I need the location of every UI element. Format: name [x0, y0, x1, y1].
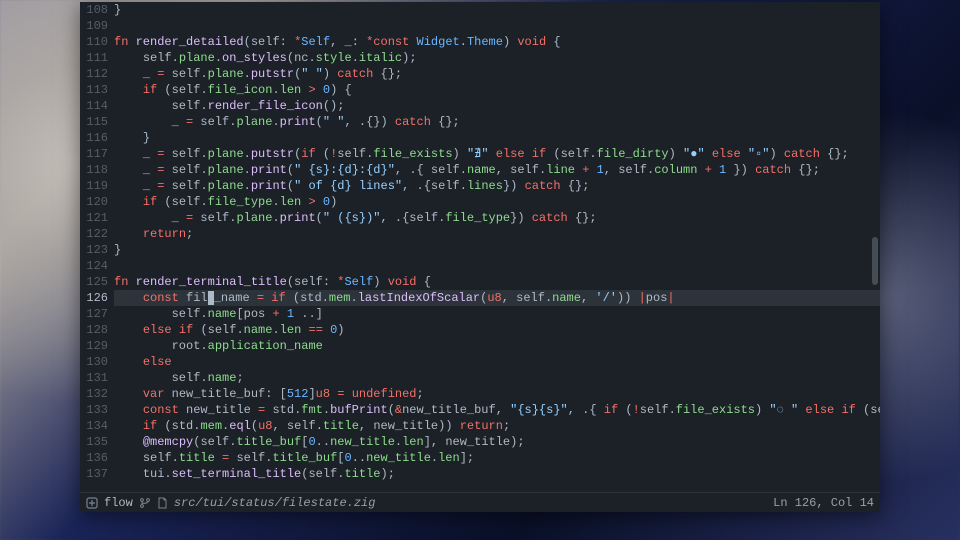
code-line[interactable]: _ = self.plane.putstr(if (!self.file_exi…: [114, 146, 880, 162]
editor-window: 1081091101111121131141151161171181191201…: [80, 2, 880, 512]
code-line[interactable]: self.name;: [114, 370, 880, 386]
code-line[interactable]: const fil_name = if (std.mem.lastIndexOf…: [114, 290, 880, 306]
code-line[interactable]: fn render_terminal_title(self: *Self) vo…: [114, 274, 880, 290]
line-number: 117: [80, 146, 108, 162]
code-lines[interactable]: } fn render_detailed(self: *Self, _: *co…: [114, 2, 880, 492]
vertical-scrollbar[interactable]: [872, 2, 878, 492]
code-line[interactable]: else: [114, 354, 880, 370]
line-number: 136: [80, 450, 108, 466]
line-number: 119: [80, 178, 108, 194]
code-line[interactable]: _ = self.plane.print(" ", .{}) catch {};: [114, 114, 880, 130]
code-line[interactable]: @memcpy(self.title_buf[0..new_title.len]…: [114, 434, 880, 450]
git-branch-icon[interactable]: [139, 497, 151, 509]
code-line[interactable]: self.title = self.title_buf[0..new_title…: [114, 450, 880, 466]
line-number: 132: [80, 386, 108, 402]
code-line[interactable]: self.name[pos + 1 ..]: [114, 306, 880, 322]
code-line[interactable]: _ = self.plane.print(" ({s})", .{self.fi…: [114, 210, 880, 226]
scrollbar-thumb[interactable]: [872, 237, 878, 285]
line-number: 125: [80, 274, 108, 290]
line-number: 120: [80, 194, 108, 210]
line-number: 135: [80, 434, 108, 450]
code-line[interactable]: if (self.file_type.len > 0): [114, 194, 880, 210]
code-line[interactable]: root.application_name: [114, 338, 880, 354]
code-line[interactable]: _ = self.plane.print(" of {d} lines", .{…: [114, 178, 880, 194]
editor-mode: flow: [104, 495, 133, 511]
status-bar: flow src/tui/status/filestate.zig Ln 126…: [80, 492, 880, 512]
line-number: 133: [80, 402, 108, 418]
code-line[interactable]: }: [114, 242, 880, 258]
line-number: 111: [80, 50, 108, 66]
code-line[interactable]: return;: [114, 226, 880, 242]
code-line[interactable]: self.plane.on_styles(nc.style.italic);: [114, 50, 880, 66]
code-line[interactable]: }: [114, 2, 880, 18]
line-number: 131: [80, 370, 108, 386]
code-line[interactable]: tui.set_terminal_title(self.title);: [114, 466, 880, 482]
code-line[interactable]: const new_title = std.fmt.bufPrint(&new_…: [114, 402, 880, 418]
code-line[interactable]: if (std.mem.eql(u8, self.title, new_titl…: [114, 418, 880, 434]
line-number: 129: [80, 338, 108, 354]
line-number: 109: [80, 18, 108, 34]
code-line[interactable]: [114, 18, 880, 34]
line-number: 110: [80, 34, 108, 50]
line-number: 108: [80, 2, 108, 18]
file-path[interactable]: src/tui/status/filestate.zig: [174, 495, 376, 511]
line-number: 122: [80, 226, 108, 242]
line-number: 134: [80, 418, 108, 434]
line-number: 116: [80, 130, 108, 146]
code-line[interactable]: [114, 258, 880, 274]
brand-icon: [86, 497, 98, 509]
line-number: 137: [80, 466, 108, 482]
line-number: 115: [80, 114, 108, 130]
code-line[interactable]: }: [114, 130, 880, 146]
line-number: 130: [80, 354, 108, 370]
line-number-gutter: 1081091101111121131141151161171181191201…: [80, 2, 114, 492]
code-line[interactable]: _ = self.plane.print(" {s}:{d}:{d}", .{ …: [114, 162, 880, 178]
line-number: 114: [80, 98, 108, 114]
file-icon: [157, 497, 168, 509]
line-number: 121: [80, 210, 108, 226]
line-number: 113: [80, 82, 108, 98]
code-line[interactable]: else if (self.name.len == 0): [114, 322, 880, 338]
cursor-position: Ln 126, Col 14: [773, 495, 874, 511]
code-area[interactable]: 1081091101111121131141151161171181191201…: [80, 2, 880, 492]
line-number: 124: [80, 258, 108, 274]
line-number: 123: [80, 242, 108, 258]
code-line[interactable]: _ = self.plane.putstr(" ") catch {};: [114, 66, 880, 82]
line-number: 118: [80, 162, 108, 178]
code-line[interactable]: fn render_detailed(self: *Self, _: *cons…: [114, 34, 880, 50]
code-line[interactable]: var new_title_buf: [512]u8 = undefined;: [114, 386, 880, 402]
code-line[interactable]: self.render_file_icon();: [114, 98, 880, 114]
code-line[interactable]: if (self.file_icon.len > 0) {: [114, 82, 880, 98]
line-number: 128: [80, 322, 108, 338]
line-number: 112: [80, 66, 108, 82]
line-number: 127: [80, 306, 108, 322]
line-number: 126: [80, 290, 108, 306]
